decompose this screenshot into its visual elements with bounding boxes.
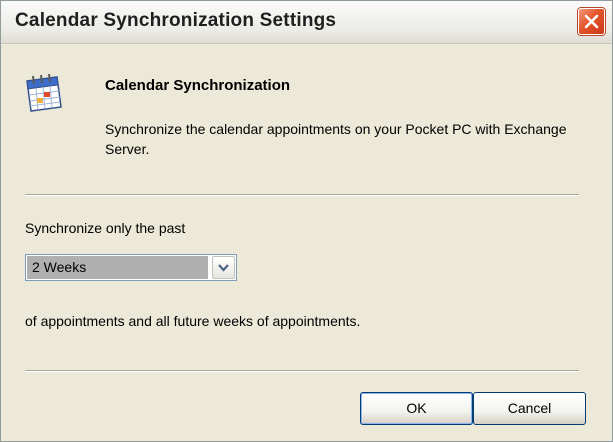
close-button[interactable] xyxy=(578,8,605,35)
window-title: Calendar Synchronization Settings xyxy=(15,10,337,31)
chevron-down-icon xyxy=(218,264,229,272)
ok-button[interactable]: OK xyxy=(360,392,473,425)
section-description: Synchronize the calendar appointments on… xyxy=(105,121,567,157)
dialog-window: Calendar Synchronization Settings Calend… xyxy=(0,0,613,442)
sync-period-label: Synchronize only the past xyxy=(25,220,186,236)
sync-period-dropdown[interactable]: 2 Weeks xyxy=(25,254,237,281)
separator xyxy=(25,194,579,196)
title-bar[interactable]: Calendar Synchronization Settings xyxy=(1,1,612,44)
separator xyxy=(25,370,579,372)
calendar-icon xyxy=(26,73,62,112)
close-icon xyxy=(584,14,599,29)
dropdown-button[interactable] xyxy=(212,256,235,279)
sync-period-suffix-label: of appointments and all future weeks of … xyxy=(25,313,361,329)
section-title: Calendar Synchronization xyxy=(105,77,291,94)
dropdown-selected-value[interactable]: 2 Weeks xyxy=(27,256,208,279)
cancel-button[interactable]: Cancel xyxy=(473,392,586,425)
